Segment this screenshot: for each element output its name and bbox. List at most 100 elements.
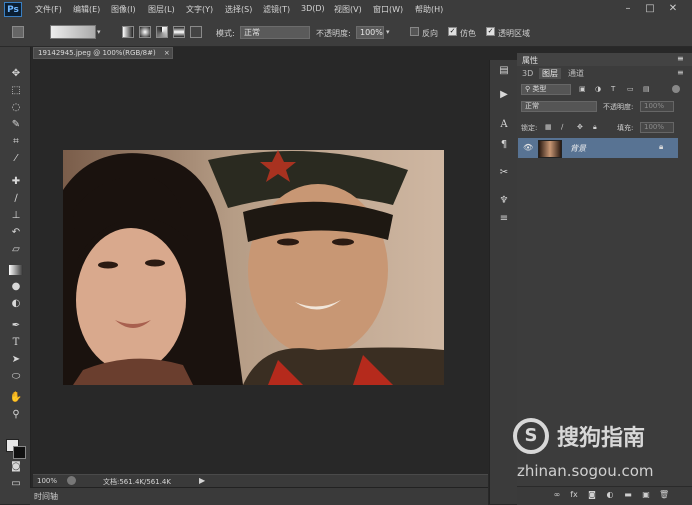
- delete-layer-icon[interactable]: 🗑︎: [659, 490, 669, 500]
- move-icon[interactable]: ✥: [9, 67, 23, 81]
- background-color-swatch[interactable]: [13, 446, 26, 459]
- zoom-icon[interactable]: ⚲: [9, 408, 23, 422]
- menu-select[interactable]: 选择(S): [225, 4, 252, 15]
- gradient-dropdown-icon[interactable]: ▾: [97, 28, 101, 36]
- linear-gradient-icon[interactable]: [122, 26, 134, 38]
- watermark-url: zhinan.sogou.com: [517, 462, 654, 480]
- menu-type[interactable]: 文字(Y): [186, 4, 213, 15]
- menu-layer[interactable]: 图层(L): [148, 4, 175, 15]
- mode-select[interactable]: 正常: [240, 26, 310, 39]
- layer-name[interactable]: 背景: [570, 143, 586, 154]
- add-mask-icon[interactable]: ◙: [587, 490, 597, 500]
- brush-preset-icon[interactable]: ♆: [497, 194, 511, 208]
- properties-title[interactable]: 属性: [522, 55, 538, 66]
- filter-adjustment-icon[interactable]: ◑: [595, 85, 601, 93]
- blur-icon[interactable]: ●: [9, 280, 23, 294]
- opacity-input[interactable]: 100%: [356, 26, 384, 39]
- timeline-tab[interactable]: 时间轴: [34, 491, 58, 502]
- opacity-dropdown-icon[interactable]: ▾: [386, 28, 390, 36]
- document-photo[interactable]: [63, 150, 444, 385]
- hand-icon[interactable]: ✋: [9, 391, 23, 405]
- layer-row-background[interactable]: 👁︎ 背景 🔒︎: [518, 138, 678, 158]
- tools-preset-icon[interactable]: ✂: [497, 166, 511, 180]
- minimize-button[interactable]: –: [621, 2, 635, 16]
- visibility-eye-icon[interactable]: 👁︎: [523, 143, 533, 152]
- menu-image[interactable]: 图像(I): [111, 4, 136, 15]
- transparency-checkbox[interactable]: ✓: [486, 27, 495, 36]
- screen-mode-icon[interactable]: ▭: [9, 477, 23, 491]
- new-group-icon[interactable]: ▬: [623, 490, 633, 500]
- type-icon[interactable]: T: [9, 336, 23, 350]
- filter-toggle[interactable]: [672, 85, 680, 93]
- radial-gradient-icon[interactable]: [139, 26, 151, 38]
- quick-mask-icon[interactable]: ◙: [9, 460, 23, 474]
- marquee-icon[interactable]: ⬚: [9, 84, 23, 98]
- gradient-icon[interactable]: [9, 265, 23, 275]
- link-layers-icon[interactable]: ∞: [552, 490, 562, 500]
- gradient-picker[interactable]: [50, 25, 96, 39]
- actions-panel-icon[interactable]: ▶: [497, 88, 511, 102]
- paragraph-panel-icon[interactable]: ¶: [497, 138, 511, 152]
- blend-mode-select[interactable]: 正常: [521, 101, 597, 112]
- filter-shape-icon[interactable]: ▭: [627, 85, 634, 93]
- menu-edit[interactable]: 编辑(E): [73, 4, 100, 15]
- layer-opacity-input[interactable]: 100%: [640, 101, 674, 112]
- reflected-gradient-icon[interactable]: [173, 26, 185, 38]
- shape-icon[interactable]: ⬭: [9, 370, 23, 384]
- options-bar: ▾ 模式: 正常 不透明度: 100% ▾ 反向 ✓ 仿色 ✓ 透明区域: [0, 20, 692, 47]
- watermark-logo: S: [513, 418, 549, 454]
- angle-gradient-icon[interactable]: [156, 26, 168, 38]
- menu-help[interactable]: 帮助(H): [415, 4, 443, 15]
- close-window-button[interactable]: ✕: [666, 2, 680, 16]
- stamp-icon[interactable]: ⊥: [9, 209, 23, 223]
- new-adjustment-icon[interactable]: ◐: [605, 490, 615, 500]
- document-tab[interactable]: 19142945.jpeg @ 100%(RGB/8#) ×: [33, 47, 173, 59]
- filter-pixel-icon[interactable]: ▣: [579, 85, 586, 93]
- lock-position-icon[interactable]: ✥: [577, 123, 583, 131]
- menu-3d[interactable]: 3D(D): [301, 4, 325, 13]
- tool-preset-icon[interactable]: [12, 26, 24, 38]
- zoom-level[interactable]: 100%: [37, 477, 57, 485]
- history-brush-icon[interactable]: ↶: [9, 226, 23, 240]
- eyedropper-icon[interactable]: ⁄: [9, 152, 23, 166]
- history-panel-icon[interactable]: ▤: [497, 64, 511, 78]
- panel-menu-icon[interactable]: ≡: [677, 54, 684, 63]
- status-arrow-icon[interactable]: ▶: [199, 476, 205, 485]
- filter-type-icon[interactable]: T: [611, 85, 615, 93]
- path-select-icon[interactable]: ➤: [9, 353, 23, 367]
- lock-all-icon[interactable]: 🔒︎: [593, 123, 597, 132]
- lasso-icon[interactable]: ◌: [9, 101, 23, 115]
- reverse-checkbox[interactable]: [410, 27, 419, 36]
- pen-icon[interactable]: ✒: [9, 319, 23, 333]
- maximize-button[interactable]: □: [643, 2, 657, 16]
- fill-input[interactable]: 100%: [640, 122, 674, 133]
- menu-filter[interactable]: 滤镜(T): [263, 4, 290, 15]
- adjustments-icon[interactable]: ≡: [497, 212, 511, 226]
- layer-style-icon[interactable]: fx: [569, 490, 579, 500]
- character-panel-icon[interactable]: A: [497, 118, 511, 132]
- crop-icon[interactable]: ⌗: [9, 135, 23, 149]
- tab-close-icon[interactable]: ×: [164, 49, 170, 57]
- filter-type-select[interactable]: ⚲ 类型: [521, 84, 571, 95]
- menu-bar: Ps 文件(F) 编辑(E) 图像(I) 图层(L) 文字(Y) 选择(S) 滤…: [0, 0, 692, 20]
- tab-channels[interactable]: 通道: [565, 68, 587, 79]
- eraser-icon[interactable]: ▱: [9, 243, 23, 257]
- diamond-gradient-icon[interactable]: [190, 26, 202, 38]
- healing-icon[interactable]: ✚: [9, 175, 23, 189]
- new-layer-icon[interactable]: ▣: [641, 490, 651, 500]
- dodge-icon[interactable]: ◐: [9, 297, 23, 311]
- tab-layers[interactable]: 图层: [539, 68, 561, 79]
- layers-menu-icon[interactable]: ≡: [677, 68, 684, 77]
- menu-view[interactable]: 视图(V): [334, 4, 362, 15]
- menu-file[interactable]: 文件(F): [35, 4, 62, 15]
- filter-smart-icon[interactable]: ▤: [643, 85, 650, 93]
- status-icon[interactable]: [67, 476, 76, 485]
- menu-window[interactable]: 窗口(W): [373, 4, 403, 15]
- lock-transparent-icon[interactable]: ▦: [545, 123, 552, 131]
- brush-icon[interactable]: ∕: [9, 192, 23, 206]
- lock-paint-icon[interactable]: ∕: [561, 123, 563, 131]
- dither-checkbox[interactable]: ✓: [448, 27, 457, 36]
- filter-type-label: 类型: [532, 85, 547, 93]
- quick-select-icon[interactable]: ✎: [9, 118, 23, 132]
- tab-3d[interactable]: 3D: [519, 68, 536, 79]
